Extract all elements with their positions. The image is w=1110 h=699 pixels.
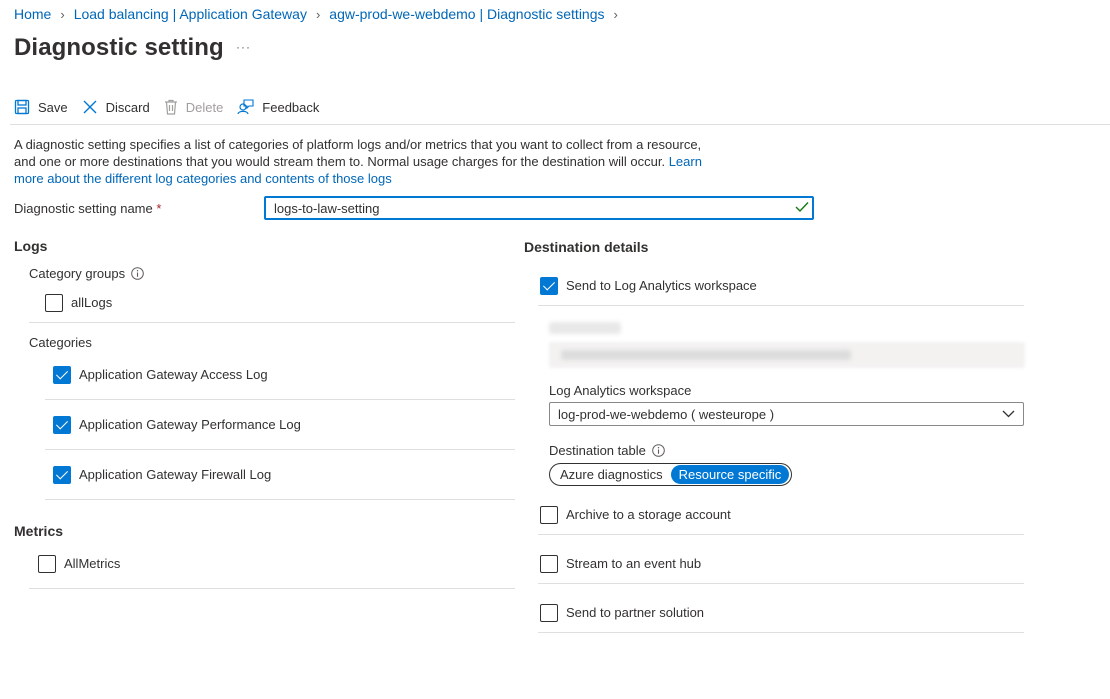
azure-diagnostics-option[interactable]: Azure diagnostics <box>552 465 671 484</box>
resource-specific-option[interactable]: Resource specific <box>670 465 790 484</box>
access-log-label: Application Gateway Access Log <box>79 367 268 382</box>
subscription-value-redacted <box>561 350 851 360</box>
workspace-value: log-prod-we-webdemo ( westeurope ) <box>558 406 775 422</box>
toolbar-divider <box>10 124 1110 125</box>
divider <box>538 305 1024 306</box>
divider <box>538 583 1024 584</box>
subscription-label-redacted <box>549 322 621 334</box>
save-label: Save <box>38 99 68 115</box>
discard-button[interactable]: Discard <box>82 99 150 115</box>
breadcrumb-load-balancing[interactable]: Load balancing | Application Gateway <box>74 6 307 22</box>
log-analytics-checkbox[interactable] <box>540 277 558 295</box>
discard-label: Discard <box>105 99 150 115</box>
breadcrumb: Home › Load balancing | Application Gate… <box>14 6 627 22</box>
destination-section-title: Destination details <box>524 239 649 255</box>
chevron-right-icon: › <box>60 6 65 22</box>
workspace-label: Log Analytics workspace <box>549 383 692 398</box>
description-text: A diagnostic setting specifies a list of… <box>14 136 714 187</box>
logs-section-title: Logs <box>14 238 48 254</box>
performance-log-label: Application Gateway Performance Log <box>79 417 301 432</box>
divider <box>29 322 515 323</box>
alllogs-checkbox[interactable] <box>45 294 63 312</box>
destination-table-label-text: Destination table <box>549 443 646 458</box>
chevron-right-icon: › <box>613 6 618 22</box>
allmetrics-checkbox[interactable] <box>38 555 56 573</box>
save-button[interactable]: Save <box>14 99 68 115</box>
chevron-down-icon <box>1002 410 1015 418</box>
performance-log-checkbox[interactable] <box>53 416 71 434</box>
feedback-label: Feedback <box>262 99 320 115</box>
alllogs-label: allLogs <box>71 295 113 310</box>
category-groups-label: Category groups <box>29 266 144 281</box>
setting-name-label-text: Diagnostic setting name <box>14 201 153 216</box>
delete-button[interactable]: Delete <box>164 99 224 115</box>
breadcrumb-home[interactable]: Home <box>14 6 51 22</box>
categories-label: Categories <box>29 335 92 350</box>
destination-table-toggle: Azure diagnostics Resource specific <box>549 463 793 486</box>
required-asterisk: * <box>156 201 162 216</box>
event-hub-label: Stream to an event hub <box>566 556 702 571</box>
feedback-button[interactable]: Feedback <box>237 99 319 115</box>
description-body: A diagnostic setting specifies a list of… <box>14 137 702 169</box>
save-icon <box>14 99 30 115</box>
destination-table-label: Destination table <box>549 443 665 458</box>
divider <box>45 449 515 450</box>
divider <box>29 588 515 589</box>
feedback-icon <box>237 99 254 115</box>
delete-label: Delete <box>185 99 224 115</box>
trash-icon <box>164 99 177 115</box>
setting-name-input[interactable] <box>264 196 814 220</box>
workspace-select[interactable]: log-prod-we-webdemo ( westeurope ) <box>549 402 1024 426</box>
firewall-log-checkbox[interactable] <box>53 466 71 484</box>
chevron-right-icon: › <box>315 6 321 22</box>
log-analytics-label: Send to Log Analytics workspace <box>566 278 757 293</box>
partner-solution-label: Send to partner solution <box>566 605 705 620</box>
event-hub-checkbox[interactable] <box>540 555 558 573</box>
checkmark-valid-icon <box>795 202 809 213</box>
more-options-icon[interactable]: ··· <box>236 40 251 54</box>
allmetrics-label: AllMetrics <box>64 556 121 571</box>
divider <box>45 499 515 500</box>
setting-name-label: Diagnostic setting name * <box>14 201 161 216</box>
partner-solution-checkbox[interactable] <box>540 604 558 622</box>
category-groups-label-text: Category groups <box>29 266 126 281</box>
subscription-field-redacted <box>549 322 1025 368</box>
breadcrumb-diagnostic-settings[interactable]: agw-prod-we-webdemo | Diagnostic setting… <box>329 6 604 22</box>
divider <box>45 399 515 400</box>
info-icon[interactable] <box>652 444 665 457</box>
access-log-checkbox[interactable] <box>53 366 71 384</box>
info-icon[interactable] <box>131 267 144 280</box>
firewall-log-label: Application Gateway Firewall Log <box>79 467 272 482</box>
page-title: Diagnostic setting <box>14 34 224 61</box>
command-bar: Save Discard Delete Feedback <box>14 96 333 118</box>
metrics-section-title: Metrics <box>14 523 64 539</box>
close-icon <box>83 100 97 114</box>
divider <box>538 534 1024 535</box>
storage-account-checkbox[interactable] <box>540 506 558 524</box>
divider <box>538 632 1024 633</box>
storage-account-label: Archive to a storage account <box>566 507 731 522</box>
